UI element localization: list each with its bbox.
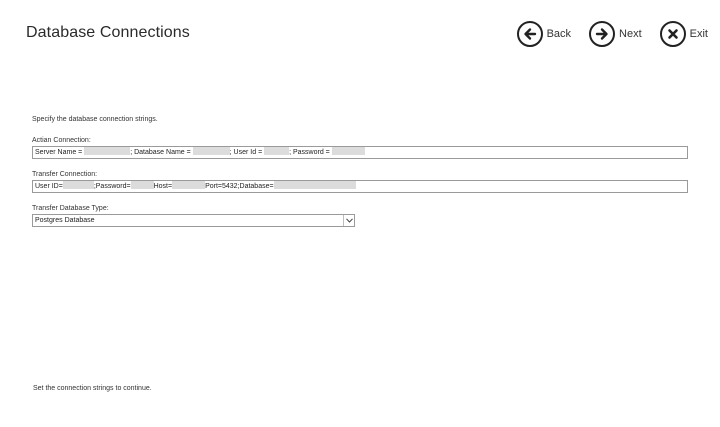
server-name-text: Server Name = [35,149,85,156]
database-type-select[interactable]: Postgres Database [32,214,355,227]
password-text: ;Password= [93,183,131,190]
back-label: Back [546,28,572,40]
redacted-value [273,181,356,189]
actian-connection-label: Actian Connection: [32,137,91,144]
navigation-bar: Back Next Exit [499,21,708,47]
redacted-value [331,147,365,155]
instruction-text: Specify the database connection strings. [32,116,158,123]
user-id-text: ; User Id = [229,149,265,156]
next-label: Next [619,28,642,40]
arrow-left-circle-icon [516,21,543,47]
redacted-value [172,181,206,189]
transfer-connection-input[interactable]: User ID= ;Password= Host= Port=5432;Databas… [32,180,688,193]
redacted-value [192,147,230,155]
connection-form: Specify the database connection strings.… [32,116,688,227]
back-button[interactable]: Back [516,21,572,47]
exit-button[interactable]: Exit [659,21,708,47]
chevron-down-icon[interactable] [343,215,354,226]
database-name-text: ; Database Name = [130,149,193,156]
database-type-label: Transfer Database Type: [32,205,109,212]
database-type-value: Postgres Database [35,217,95,224]
next-button[interactable]: Next [589,21,642,47]
page-title: Database Connections [26,24,190,41]
status-message: Set the connection strings to continue. [33,385,152,392]
user-id-text: User ID= [35,183,63,190]
actian-connection-input[interactable]: Server Name = ; Database Name = ; User I… [32,146,688,159]
redacted-value [264,147,290,155]
redacted-value [62,181,94,189]
exit-label: Exit [689,28,708,40]
redacted-value [84,147,131,155]
port-database-text: Port=5432;Database= [205,183,274,190]
transfer-connection-label: Transfer Connection: [32,171,98,178]
password-text: ; Password = [289,149,332,156]
arrow-right-circle-icon [589,21,616,47]
close-circle-icon [659,21,686,47]
redacted-value [130,181,154,189]
host-text: Host= [153,183,173,190]
